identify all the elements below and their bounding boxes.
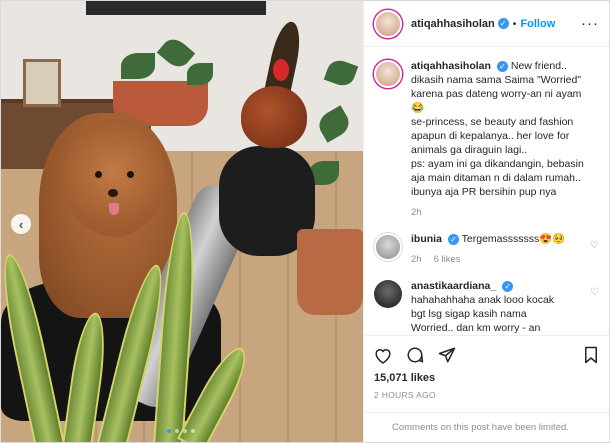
comment-avatar[interactable] — [374, 233, 402, 261]
caption-text-line: New friend.. — [510, 60, 567, 72]
carousel-dot[interactable] — [167, 429, 171, 433]
caption-body: atiqahhasiholan ✓ New friend.. dikasih na… — [411, 59, 599, 220]
comment-text-line: bgt lsg sigap kasih nama — [411, 308, 527, 320]
header-username[interactable]: atiqahhasiholan — [411, 18, 495, 30]
caption-avatar[interactable] — [374, 60, 402, 88]
verified-badge-icon: ✓ — [496, 60, 508, 72]
comment-text-line: Worried.. dan km worry - an — [411, 322, 541, 334]
photo-plant-pot-right — [297, 229, 363, 315]
comment-icon[interactable] — [406, 346, 424, 364]
avatar[interactable] — [374, 9, 402, 38]
photo-poodle-head — [63, 119, 165, 237]
verified-badge-icon: ✓ — [497, 18, 509, 29]
photo-leaf — [121, 53, 155, 79]
comment-like-heart-icon[interactable]: ♡ — [590, 287, 599, 298]
comment-username[interactable]: ibunia — [411, 233, 442, 245]
caption-meta: 2h — [411, 206, 599, 220]
carousel-prev-button[interactable]: ‹ — [11, 214, 31, 234]
comment-like-heart-icon[interactable]: ♡ — [590, 240, 599, 251]
caption-text-line: ibunya aja PR bersihin pup nya — [411, 186, 557, 198]
photo-poodle-eye — [95, 171, 102, 178]
comment-likes[interactable]: 6 likes — [434, 253, 461, 267]
carousel-dot[interactable] — [183, 429, 187, 433]
photo-poodle-nose — [108, 189, 118, 197]
caption-text-line: karena pas dateng worry-an ni ayam — [411, 88, 582, 100]
photo-frame — [23, 59, 61, 107]
comment-text-line: hahahahhaha anak looo kocak — [411, 294, 555, 306]
comment-body: anastikaardiana_ ✓ hahahahhaha anak looo … — [411, 279, 584, 335]
caption-text-line: ps: ayam ini ga dikandangin, bebasin — [411, 158, 584, 170]
comment-time[interactable]: 2h — [411, 253, 422, 267]
caption-text-line: aja main ditaman n di dalam rumah.. — [411, 172, 581, 184]
photo-poodle-eye — [127, 171, 134, 178]
caption-text-line: 😂 — [411, 102, 425, 114]
share-icon[interactable] — [438, 346, 456, 364]
caption-text-line: dikasih nama sama Saima "Worried" — [411, 74, 582, 86]
post-media-photo[interactable]: ‹ — [1, 1, 363, 442]
chevron-left-icon: ‹ — [18, 216, 24, 232]
caption-text-line: se-princess, se beauty and fashion — [411, 116, 574, 128]
comment-avatar[interactable] — [374, 280, 402, 308]
photo-poodle-tongue — [109, 203, 119, 215]
instagram-post: ‹ atiqahhasiholan ✓ • Follow ··· atiqahh… — [0, 0, 610, 443]
comments-list[interactable]: atiqahhasiholan ✓ New friend.. dikasih na… — [364, 47, 609, 335]
follow-button[interactable]: Follow — [520, 18, 555, 30]
carousel-dot[interactable] — [175, 429, 179, 433]
photo-tv — [86, 1, 266, 15]
comments-limited-notice: Comments on this post have been limited. — [364, 412, 609, 442]
comment-item: ibunia ✓ Tergemasssssss😍🥺 2h 6 likes ♡ — [374, 232, 599, 267]
action-icons-row — [374, 344, 599, 366]
post-actions: 15,071 likes 2 HOURS AGO — [364, 335, 609, 412]
caption: atiqahhasiholan ✓ New friend.. dikasih na… — [374, 59, 599, 220]
likes-count[interactable]: 15,071 likes — [374, 372, 599, 384]
caption-text-line: animals ga diraguin lagi.. — [411, 144, 528, 156]
carousel-dots — [167, 429, 195, 433]
header-separator: • — [512, 17, 517, 30]
photo-leaf — [187, 63, 213, 85]
comment-item: anastikaardiana_ ✓ hahahahhaha anak looo … — [374, 279, 599, 335]
verified-badge-icon: ✓ — [502, 280, 514, 292]
heart-icon[interactable] — [374, 347, 392, 364]
more-horizontal-icon[interactable]: ··· — [581, 15, 599, 32]
caption-time[interactable]: 2h — [411, 206, 422, 220]
comment-body: ibunia ✓ Tergemasssssss😍🥺 2h 6 likes — [411, 232, 584, 267]
bookmark-icon[interactable] — [583, 346, 599, 364]
comment-username[interactable]: anastikaardiana_ — [411, 280, 496, 292]
post-header: atiqahhasiholan ✓ • Follow ··· — [364, 1, 609, 47]
photo-rooster-body — [241, 86, 307, 148]
verified-badge-icon: ✓ — [447, 233, 459, 245]
comment-meta: 2h 6 likes — [411, 253, 584, 267]
caption-username[interactable]: atiqahhasiholan — [411, 60, 491, 72]
photo-rooster-comb — [273, 59, 289, 81]
comment-text: Tergemasssssss😍🥺 — [461, 233, 566, 245]
post-side-panel: atiqahhasiholan ✓ • Follow ··· atiqahhas… — [363, 1, 609, 442]
post-timestamp[interactable]: 2 HOURS AGO — [374, 390, 599, 400]
carousel-dot[interactable] — [191, 429, 195, 433]
caption-text-line: apapun di kepalanya.. her love for — [411, 130, 570, 142]
